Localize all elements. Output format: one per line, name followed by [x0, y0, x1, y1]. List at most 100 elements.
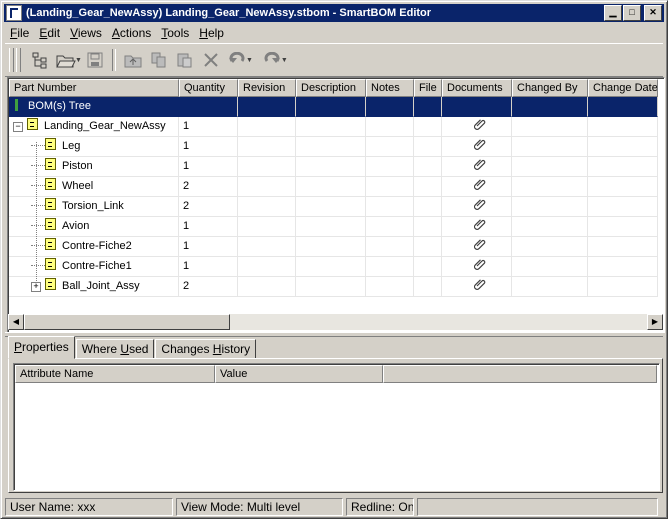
bom-grid[interactable]: Part Number Quantity Revision Descriptio… [7, 77, 665, 333]
table-row[interactable]: + Ball_Joint_Assy 2 [9, 277, 658, 297]
menu-help[interactable]: Help [194, 26, 229, 40]
cell [512, 177, 588, 197]
maximize-icon[interactable]: □ [623, 5, 641, 21]
cell [366, 197, 414, 217]
save-icon[interactable] [82, 48, 108, 72]
col-file[interactable]: File [414, 79, 442, 97]
redo-dropdown-icon[interactable]: ▼ [281, 57, 288, 64]
cell [512, 97, 588, 117]
cell [238, 117, 296, 137]
cell [512, 237, 588, 257]
cell [296, 97, 366, 117]
grid-header: Part Number Quantity Revision Descriptio… [9, 79, 658, 97]
toolbar-grip[interactable] [9, 48, 14, 72]
quantity-cell: 1 [179, 257, 238, 277]
paperclip-icon[interactable] [473, 237, 486, 256]
table-row[interactable]: Leg 1 [9, 137, 658, 157]
menu-actions[interactable]: Actions [107, 26, 156, 40]
scroll-left-icon[interactable]: ◀ [8, 314, 24, 330]
cell [512, 117, 588, 137]
cell [588, 137, 658, 157]
pane-splitter[interactable] [5, 332, 663, 337]
paste-icon[interactable] [172, 48, 198, 72]
app-icon[interactable] [6, 5, 22, 21]
cell [366, 257, 414, 277]
cell [414, 237, 442, 257]
tree-connector [36, 142, 37, 287]
tab-properties[interactable]: Properties [8, 336, 75, 359]
documents-cell [442, 257, 512, 277]
horizontal-scrollbar[interactable]: ◀ ▶ [8, 314, 663, 330]
table-row[interactable]: Torsion_Link 2 [9, 197, 658, 217]
table-row[interactable]: − Landing_Gear_NewAssy 1 [9, 117, 658, 137]
col-part-number[interactable]: Part Number [9, 79, 179, 97]
part-label: Leg [62, 140, 81, 152]
table-row[interactable]: Contre-Fiche1 1 [9, 257, 658, 277]
cell [414, 157, 442, 177]
paperclip-icon[interactable] [473, 257, 486, 276]
paperclip-icon[interactable] [473, 157, 486, 176]
table-row[interactable]: Piston 1 [9, 157, 658, 177]
cell [512, 197, 588, 217]
col-description[interactable]: Description [296, 79, 366, 97]
col-quantity[interactable]: Quantity [179, 79, 238, 97]
table-row-root[interactable]: BOM(s) Tree [9, 97, 658, 117]
cell [238, 157, 296, 177]
paperclip-icon[interactable] [473, 177, 486, 196]
delete-icon[interactable] [198, 48, 224, 72]
undo-dropdown-icon[interactable]: ▼ [246, 57, 253, 64]
minimize-icon[interactable]: ▁ [604, 5, 622, 21]
tab-where-used[interactable]: Where Used [75, 339, 155, 359]
table-row[interactable]: Contre-Fiche2 1 [9, 237, 658, 257]
menu-tools[interactable]: Tools [156, 26, 194, 40]
close-icon[interactable]: ✕ [644, 5, 662, 21]
part-number-cell: + Ball_Joint_Assy [9, 277, 179, 297]
cell [366, 237, 414, 257]
paperclip-icon[interactable] [473, 217, 486, 236]
cell [296, 197, 366, 217]
paperclip-icon[interactable] [473, 197, 486, 216]
cell [512, 277, 588, 297]
tree-branch [31, 245, 45, 246]
copy-icon[interactable] [146, 48, 172, 72]
tab-changes-history[interactable]: Changes History [155, 339, 257, 359]
paperclip-icon[interactable] [473, 117, 486, 136]
table-row[interactable]: Wheel 2 [9, 177, 658, 197]
open-dropdown-icon[interactable]: ▼ [75, 57, 82, 64]
tree-branch [31, 205, 45, 206]
up-level-icon[interactable] [120, 48, 146, 72]
collapse-icon[interactable]: − [13, 122, 23, 132]
cell [238, 277, 296, 297]
col-attribute-name[interactable]: Attribute Name [15, 365, 215, 383]
scroll-thumb[interactable] [24, 314, 230, 330]
table-row[interactable]: Avion 1 [9, 217, 658, 237]
status-view-mode: View Mode: Multi level [176, 498, 343, 516]
toolbar-grip-2[interactable] [16, 48, 21, 72]
cell [296, 157, 366, 177]
tree-structure-icon[interactable] [27, 48, 53, 72]
paperclip-icon[interactable] [473, 277, 486, 296]
col-changed-by[interactable]: Changed By [512, 79, 588, 97]
paperclip-icon[interactable] [473, 137, 486, 156]
title-bar[interactable]: (Landing_Gear_NewAssy) Landing_Gear_NewA… [4, 4, 664, 22]
cell [588, 117, 658, 137]
menu-bar: File Edit Views Actions Tools Help [5, 23, 229, 42]
quantity-cell: 1 [179, 137, 238, 157]
menu-views[interactable]: Views [65, 26, 107, 40]
scroll-right-icon[interactable]: ▶ [647, 314, 663, 330]
toolbar-separator [111, 49, 116, 71]
col-value[interactable]: Value [215, 365, 383, 383]
quantity-cell: 1 [179, 157, 238, 177]
cell [414, 137, 442, 157]
col-change-date[interactable]: Change Date [588, 79, 658, 97]
tab-strip: Properties Where Used Changes History [8, 336, 257, 359]
col-revision[interactable]: Revision [238, 79, 296, 97]
menu-edit[interactable]: Edit [34, 26, 65, 40]
cell [442, 97, 512, 117]
col-notes[interactable]: Notes [366, 79, 414, 97]
documents-cell [442, 117, 512, 137]
properties-list[interactable]: Attribute Name Value [13, 363, 660, 491]
menu-file[interactable]: File [5, 26, 34, 40]
col-documents[interactable]: Documents [442, 79, 512, 97]
part-label: Contre-Fiche1 [62, 260, 132, 272]
